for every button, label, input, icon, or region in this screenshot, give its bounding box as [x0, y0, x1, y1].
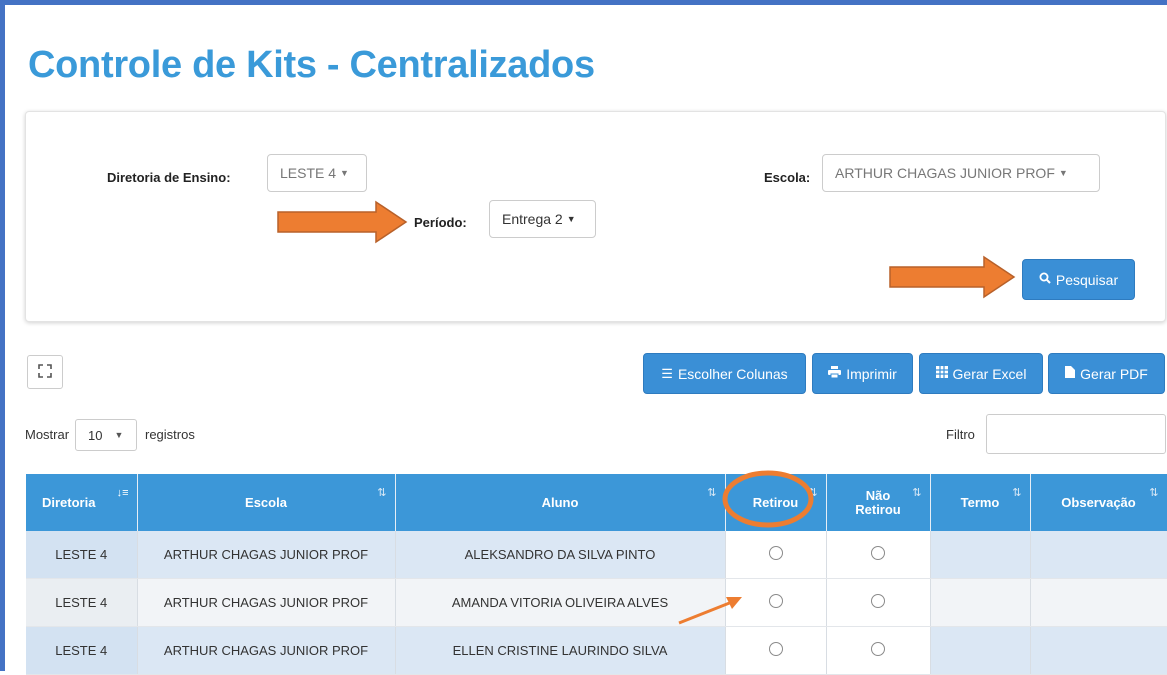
column-label: Não Retirou — [855, 487, 901, 517]
search-button-label: Pesquisar — [1055, 271, 1119, 288]
cell-escola: ARTHUR CHAGAS JUNIOR PROF — [137, 626, 396, 675]
nao-retirou-radio[interactable] — [871, 642, 885, 656]
escola-value: ARTHUR CHAGAS JUNIOR PROF — [835, 165, 1055, 181]
page-title: Controle de Kits - Centralizados — [28, 44, 595, 86]
sort-icon: ⇅ — [912, 487, 922, 499]
search-icon — [1039, 272, 1051, 287]
cell-retirou — [725, 626, 827, 675]
pdf-label: Gerar PDF — [1080, 365, 1148, 382]
cell-termo — [930, 531, 1031, 579]
kits-table: Diretoria ↓≡ Escola ⇅ Aluno ⇅ Retirou ⇅ … — [26, 470, 1167, 675]
column-header-nao-retirou[interactable]: Não Retirou ⇅ — [826, 474, 931, 531]
periodo-dropdown[interactable]: Entrega 2 ▼ — [489, 200, 596, 238]
cell-observacao — [1030, 626, 1167, 675]
excel-button[interactable]: Gerar Excel — [919, 353, 1043, 394]
choose-columns-label: Escolher Colunas — [677, 365, 788, 382]
records-per-page-select[interactable]: 10 ▼ — [75, 419, 137, 451]
cell-escola: ARTHUR CHAGAS JUNIOR PROF — [137, 578, 396, 627]
cell-diretoria: LESTE 4 — [26, 578, 138, 627]
retirou-radio[interactable] — [768, 546, 783, 560]
cell-retirou — [725, 531, 827, 579]
column-header-retirou[interactable]: Retirou ⇅ — [722, 470, 827, 531]
sort-icon: ⇅ — [1149, 487, 1159, 499]
records-label: registros — [145, 427, 195, 442]
show-label: Mostrar — [25, 427, 70, 442]
column-header-observacao[interactable]: Observação ⇅ — [1030, 474, 1167, 531]
filter-label: Filtro — [946, 427, 975, 442]
annotation-circle — [722, 470, 813, 528]
cell-aluno: ALEKSANDRO DA SILVA PINTO — [395, 531, 726, 579]
column-header-diretoria[interactable]: Diretoria ↓≡ — [26, 474, 138, 531]
column-header-aluno[interactable]: Aluno ⇅ — [395, 474, 726, 531]
file-icon — [1065, 366, 1076, 381]
records-per-page-value: 10 — [88, 427, 103, 443]
annotation-arrow-periodo — [277, 200, 408, 244]
filter-input[interactable] — [986, 414, 1166, 454]
expand-icon — [38, 363, 52, 381]
cell-diretoria: LESTE 4 — [26, 531, 138, 579]
chevron-down-icon: ▼ — [566, 214, 576, 224]
diretoria-value: LESTE 4 — [280, 165, 337, 181]
nao-retirou-radio[interactable] — [871, 594, 885, 608]
excel-label: Gerar Excel — [952, 365, 1027, 382]
fullscreen-button[interactable] — [27, 355, 63, 389]
annotation-arrow-search — [889, 255, 1016, 299]
retirou-radio[interactable] — [768, 642, 783, 656]
chevron-down-icon: ▼ — [114, 430, 124, 440]
cell-diretoria: LESTE 4 — [26, 626, 138, 675]
cell-nao-retirou — [826, 531, 931, 579]
cell-observacao — [1030, 578, 1167, 627]
annotation-arrow-radio — [678, 597, 742, 625]
periodo-value: Entrega 2 — [502, 211, 563, 227]
diretoria-label: Diretoria de Ensino: — [107, 170, 231, 185]
column-label: Observação — [1061, 494, 1136, 510]
cell-observacao — [1030, 531, 1167, 579]
column-label: Diretoria — [42, 494, 96, 510]
print-button[interactable]: Imprimir — [812, 353, 913, 394]
periodo-label: Período: — [414, 215, 467, 230]
cell-nao-retirou — [826, 578, 931, 627]
table-row: LESTE 4 ARTHUR CHAGAS JUNIOR PROF AMANDA… — [26, 578, 1167, 627]
escola-label: Escola: — [764, 170, 811, 185]
choose-columns-button[interactable]: ☰ Escolher Colunas — [643, 353, 806, 394]
column-label: Termo — [960, 494, 1000, 510]
sort-icon: ⇅ — [1012, 487, 1022, 499]
table-header-row: Diretoria ↓≡ Escola ⇅ Aluno ⇅ Retirou ⇅ … — [26, 470, 1167, 531]
cell-termo — [930, 626, 1031, 675]
print-label: Imprimir — [846, 365, 897, 382]
cell-aluno: ELLEN CRISTINE LAURINDO SILVA — [395, 626, 726, 675]
sort-icon: ⇅ — [377, 487, 387, 499]
sort-asc-icon: ↓≡ — [116, 487, 129, 499]
table-row: LESTE 4 ARTHUR CHAGAS JUNIOR PROF ELLEN … — [26, 626, 1167, 675]
sort-icon: ⇅ — [707, 487, 717, 499]
search-button[interactable]: Pesquisar — [1022, 259, 1135, 300]
print-icon — [828, 366, 842, 381]
pdf-button[interactable]: Gerar PDF — [1048, 353, 1165, 394]
column-header-termo[interactable]: Termo ⇅ — [930, 474, 1031, 531]
retirou-radio[interactable] — [768, 594, 783, 608]
escola-dropdown[interactable]: ARTHUR CHAGAS JUNIOR PROF ▼ — [822, 154, 1100, 192]
column-header-escola[interactable]: Escola ⇅ — [137, 474, 396, 531]
column-label: Escola — [245, 494, 287, 510]
column-label: Aluno — [541, 494, 579, 510]
list-icon: ☰ — [661, 365, 673, 381]
table-row: LESTE 4 ARTHUR CHAGAS JUNIOR PROF ALEKSA… — [26, 531, 1167, 579]
diretoria-dropdown[interactable]: LESTE 4 ▼ — [267, 154, 367, 192]
grid-icon — [935, 366, 948, 381]
cell-nao-retirou — [826, 626, 931, 675]
chevron-down-icon: ▼ — [340, 168, 349, 178]
cell-escola: ARTHUR CHAGAS JUNIOR PROF — [137, 531, 396, 579]
chevron-down-icon: ▼ — [1058, 168, 1068, 178]
cell-termo — [930, 578, 1031, 627]
nao-retirou-radio[interactable] — [871, 546, 885, 560]
